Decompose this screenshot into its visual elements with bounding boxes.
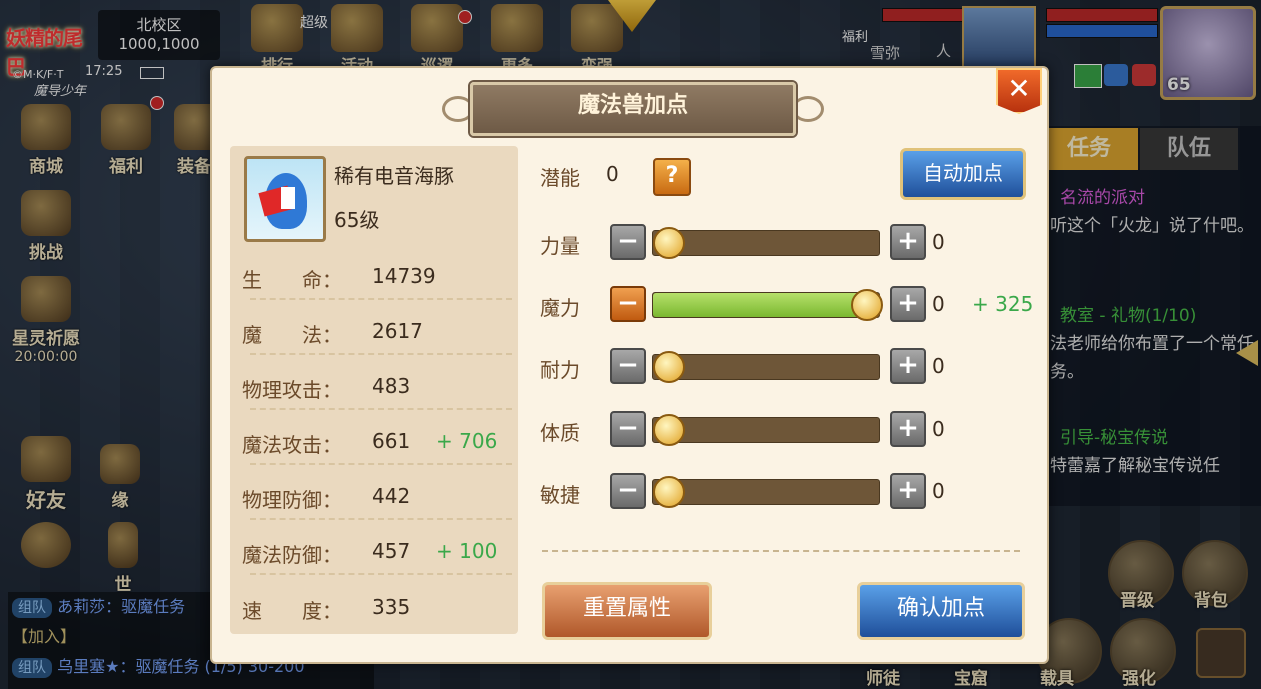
stat-row-mp: 魔 法： 2617	[242, 319, 512, 353]
pet-points-dialog: 魔法兽加点 ✕ 稀有电音海豚 65级 生 命： 14739 魔 法： 2617 物理…	[210, 66, 1049, 664]
attr-row-endurance: 耐力 − + 0	[540, 348, 1000, 388]
divider	[250, 518, 512, 521]
attr-slider[interactable]	[652, 289, 883, 321]
close-button[interactable]: ✕	[996, 68, 1042, 114]
attr-row-magic: 魔力 − + 0 + 325	[540, 286, 1033, 326]
stat-value: 2617	[372, 319, 423, 343]
stat-value: 14739	[372, 264, 436, 288]
minus-button[interactable]: −	[610, 473, 646, 509]
dolphin-mark	[281, 187, 295, 209]
minus-button[interactable]: −	[610, 411, 646, 447]
minus-icon: −	[617, 413, 639, 443]
dialog-title: 魔法兽加点	[470, 82, 796, 136]
help-button[interactable]: ?	[653, 158, 691, 196]
attr-row-agility: 敏捷 − + 0	[540, 473, 1000, 513]
attr-row-constitution: 体质 − + 0	[540, 411, 1000, 451]
attr-slider[interactable]	[652, 227, 880, 259]
plus-button[interactable]: +	[890, 411, 926, 447]
reset-attributes-button[interactable]: 重置属性	[542, 582, 712, 640]
stat-label: 速 度：	[242, 599, 342, 623]
stat-row-hp: 生 命： 14739	[242, 264, 512, 298]
slider-handle[interactable]	[653, 227, 685, 259]
minus-icon: −	[617, 475, 639, 505]
confirm-points-button[interactable]: 确认加点	[857, 582, 1025, 640]
slider-handle[interactable]	[653, 414, 685, 446]
attr-name: 耐力	[540, 358, 580, 382]
plus-button[interactable]: +	[890, 224, 926, 260]
attr-name: 魔力	[540, 296, 580, 320]
divider	[250, 408, 512, 411]
attr-value: 0	[932, 479, 945, 503]
plus-icon: +	[897, 350, 919, 380]
stat-row-matk: 魔法攻击： 661 + 706	[242, 429, 512, 463]
stat-value: 457	[372, 539, 411, 563]
minus-icon: −	[617, 350, 639, 380]
stat-value: 442	[372, 484, 411, 508]
minus-button[interactable]: −	[610, 286, 646, 322]
slider-handle[interactable]	[653, 351, 685, 383]
plus-icon: +	[897, 475, 919, 505]
stat-label: 魔 法：	[242, 323, 342, 347]
minus-icon: −	[617, 288, 639, 318]
stat-value: 483	[372, 374, 411, 398]
attr-name: 体质	[540, 421, 580, 445]
potential-value: 0	[606, 162, 619, 186]
stat-row-speed: 速 度： 335	[242, 595, 512, 629]
stat-row-patk: 物理攻击： 483	[242, 374, 512, 408]
attr-name: 力量	[540, 234, 580, 258]
auto-allocate-button[interactable]: 自动加点	[900, 148, 1026, 200]
question-icon: ?	[665, 163, 679, 188]
plus-button[interactable]: +	[890, 473, 926, 509]
title-ornament-right	[792, 96, 824, 122]
attr-slider[interactable]	[652, 351, 880, 383]
stat-label: 物理防御：	[242, 488, 342, 512]
divider	[542, 550, 1020, 554]
attr-name: 敏捷	[540, 483, 580, 507]
divider	[250, 298, 512, 301]
plus-icon: +	[897, 226, 919, 256]
stat-label: 生 命：	[242, 268, 342, 292]
minus-icon: −	[617, 226, 639, 256]
divider	[250, 463, 512, 466]
plus-icon: +	[897, 413, 919, 443]
slider-fill	[653, 293, 865, 317]
pet-info-panel: 稀有电音海豚 65级 生 命： 14739 魔 法： 2617 物理攻击： 483 魔…	[230, 146, 518, 634]
stat-label: 物理攻击：	[242, 378, 342, 402]
attr-value: 0	[932, 230, 945, 254]
divider	[250, 353, 512, 356]
minus-button[interactable]: −	[610, 224, 646, 260]
attr-bonus: + 325	[972, 292, 1034, 316]
stat-row-pdef: 物理防御： 442	[242, 484, 512, 518]
attr-value: 0	[932, 354, 945, 378]
stat-value: 661	[372, 429, 411, 453]
attr-row-strength: 力量 − + 0	[540, 224, 1000, 264]
pet-portrait	[244, 156, 326, 242]
slider-handle[interactable]	[653, 476, 685, 508]
minus-button[interactable]: −	[610, 348, 646, 384]
plus-icon: +	[897, 288, 919, 318]
stat-label: 魔法防御：	[242, 543, 342, 567]
pet-name: 稀有电音海豚	[334, 164, 454, 188]
stat-value: 335	[372, 595, 411, 619]
close-icon: ✕	[1007, 72, 1031, 105]
attr-slider[interactable]	[652, 414, 880, 446]
pet-level: 65级	[334, 208, 380, 232]
stat-bonus: + 706	[436, 429, 498, 453]
attr-slider[interactable]	[652, 476, 880, 508]
attr-value: 0	[932, 292, 945, 316]
attr-value: 0	[932, 417, 945, 441]
plus-button[interactable]: +	[890, 348, 926, 384]
potential-label: 潜能	[540, 166, 580, 190]
slider-handle[interactable]	[851, 289, 883, 321]
plus-button[interactable]: +	[890, 286, 926, 322]
stat-label: 魔法攻击：	[242, 433, 342, 457]
stat-bonus: + 100	[436, 539, 498, 563]
divider	[250, 573, 512, 576]
stat-row-mdef: 魔法防御： 457 + 100	[242, 539, 512, 573]
